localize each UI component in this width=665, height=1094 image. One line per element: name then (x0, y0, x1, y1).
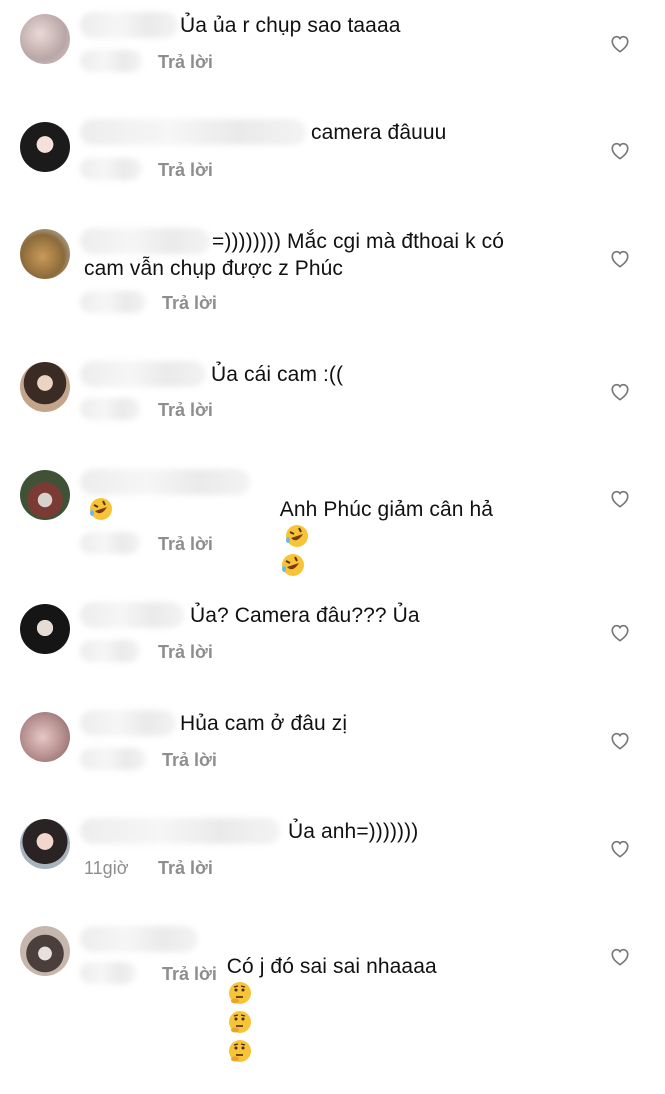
time-blurred (80, 532, 140, 554)
reply-button[interactable]: Trả lời (158, 858, 213, 879)
thinking-face-emoji (228, 982, 251, 1004)
heart-icon[interactable] (609, 946, 631, 966)
username-blurred[interactable] (80, 119, 306, 145)
heart-icon[interactable] (609, 33, 631, 53)
reply-button[interactable]: Trả lời (158, 160, 213, 181)
avatar[interactable] (20, 229, 70, 279)
heart-icon[interactable] (609, 381, 631, 401)
comment-text: Anh Phúc giảm cân hả (256, 469, 493, 608)
avatar[interactable] (20, 712, 70, 762)
username-blurred[interactable] (80, 818, 280, 844)
avatar[interactable] (20, 362, 70, 412)
heart-icon[interactable] (609, 622, 631, 642)
username-blurred[interactable] (80, 12, 178, 38)
rolling-on-floor-laughing-emoji (281, 554, 304, 576)
username-blurred[interactable] (80, 602, 184, 628)
username-blurred[interactable] (80, 361, 206, 387)
avatar[interactable] (20, 926, 70, 976)
reply-button[interactable]: Trả lời (158, 52, 213, 73)
comment-text-body: Có j đó sai sai nhaaaa (226, 955, 437, 978)
time-blurred (80, 962, 136, 984)
avatar[interactable] (20, 14, 70, 64)
heart-icon[interactable] (609, 488, 631, 508)
time-blurred (80, 158, 142, 180)
comment-text: Ủa? Camera đâu??? Ủa (190, 604, 420, 627)
comment-text: Ủa ủa r chụp sao taaaa (180, 14, 401, 37)
reply-button[interactable]: Trả lời (158, 400, 213, 421)
comment-text: Hủa cam ở đâu zị (180, 712, 348, 735)
rolling-on-floor-laughing-emoji (285, 525, 308, 547)
comment-text-body: Anh Phúc giảm cân hả (279, 498, 494, 521)
rolling-on-floor-laughing-emoji (90, 498, 112, 520)
comment-text: Ủa anh=))))))) (288, 820, 419, 843)
comment-timestamp: 11giờ (84, 858, 129, 878)
reply-button[interactable]: Trả lời (162, 750, 217, 771)
heart-icon[interactable] (609, 248, 631, 268)
time-blurred (80, 50, 142, 72)
comment-text: Ủa cái cam :(( (211, 363, 344, 386)
comment-text: camera đâuuu (311, 121, 447, 144)
reply-button[interactable]: Trả lời (158, 642, 213, 663)
username-blurred[interactable] (80, 228, 210, 254)
time-blurred (80, 398, 140, 420)
avatar[interactable] (20, 819, 70, 869)
reply-button[interactable]: Trả lời (162, 964, 217, 985)
username-blurred[interactable] (80, 469, 250, 495)
avatar[interactable] (20, 604, 70, 654)
heart-icon[interactable] (609, 140, 631, 160)
comment-list-screen: { "comments": [ {"text": "Ủa ủa r chụp s… (0, 0, 665, 1062)
time-blurred (80, 640, 140, 662)
time-blurred (80, 291, 146, 313)
thinking-face-emoji (228, 1011, 251, 1033)
comment-text: Có j đó sai sai nhaaaa (203, 926, 437, 1094)
reply-button[interactable]: Trả lời (162, 293, 217, 314)
heart-icon[interactable] (609, 730, 631, 750)
thinking-face-emoji (228, 1040, 251, 1062)
username-blurred[interactable] (80, 710, 176, 736)
comment-text-line-2: cam vẫn chụp được z Phúc (84, 257, 344, 280)
avatar[interactable] (20, 470, 70, 520)
time-blurred (80, 748, 146, 770)
avatar[interactable] (20, 122, 70, 172)
comment-text: =)))))))) Mắc cgi mà đthoai k có (212, 230, 505, 253)
heart-icon[interactable] (609, 838, 631, 858)
reply-button[interactable]: Trả lời (158, 534, 213, 555)
username-blurred[interactable] (80, 926, 198, 952)
